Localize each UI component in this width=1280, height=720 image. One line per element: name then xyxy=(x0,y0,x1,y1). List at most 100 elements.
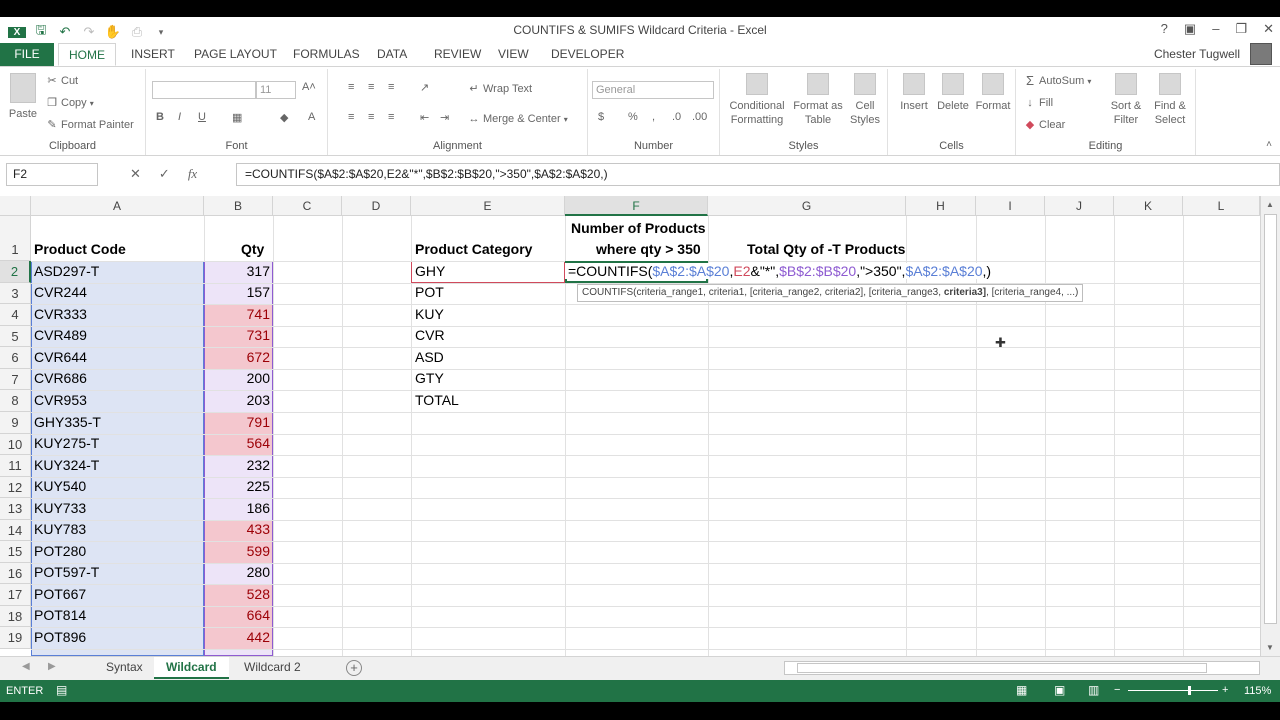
paste-button[interactable]: Paste xyxy=(6,73,40,121)
tab-view[interactable]: VIEW xyxy=(488,43,539,66)
sheet-tab-syntax[interactable]: Syntax xyxy=(94,657,155,679)
number-format-combo[interactable]: General xyxy=(592,81,714,99)
col-header-f[interactable]: F xyxy=(565,196,708,216)
user-name[interactable]: Chester Tugwell xyxy=(1154,47,1240,61)
macro-record-icon[interactable]: ▤ xyxy=(56,683,67,697)
col-header-i[interactable]: I xyxy=(976,196,1045,216)
category-cell[interactable]: KUY xyxy=(412,306,447,322)
col-header-b[interactable]: B xyxy=(204,196,273,216)
row-header-11[interactable]: 11 xyxy=(0,455,31,477)
product-code-cell[interactable]: CVR333 xyxy=(31,306,90,322)
align-left-icon[interactable]: ≡ xyxy=(348,111,354,123)
insert-cells-button[interactable]: Insert xyxy=(896,73,932,113)
col-header-c[interactable]: C xyxy=(273,196,342,216)
normal-view-icon[interactable]: ▦ xyxy=(1016,683,1027,697)
row-header-5[interactable]: 5 xyxy=(0,326,31,347)
worksheet-grid[interactable]: A B C D E F G H I J K L 1 2 3 4 5 6 7 8 … xyxy=(0,196,1280,656)
qty-cell[interactable]: 442 xyxy=(204,629,273,645)
find-select-button[interactable]: Find & Select xyxy=(1150,73,1190,127)
font-color-icon[interactable]: A xyxy=(308,111,315,123)
row-header-19[interactable]: 19 xyxy=(0,627,31,649)
row-header-16[interactable]: 16 xyxy=(0,563,31,584)
qty-cell[interactable]: 433 xyxy=(204,521,273,537)
restore-icon[interactable]: ❐ xyxy=(1235,21,1247,37)
active-cell-f2-editor[interactable]: =COUNTIFS($A$2:$A$20,E2&"*",$B$2:$B$20,"… xyxy=(565,263,994,279)
tab-insert[interactable]: INSERT xyxy=(121,43,185,66)
scroll-down-icon[interactable]: ▼ xyxy=(1266,643,1274,652)
fill-color-icon[interactable]: ◆ xyxy=(280,111,288,124)
comma-icon[interactable]: , xyxy=(652,111,655,123)
delete-cells-button[interactable]: Delete xyxy=(934,73,972,113)
cell-styles-button[interactable]: Cell Styles xyxy=(846,73,884,127)
autosum-button[interactable]: Σ AutoSum ▾ xyxy=(1024,74,1091,87)
tab-developer[interactable]: DEVELOPER xyxy=(541,43,634,66)
qty-cell[interactable]: 186 xyxy=(204,500,273,516)
tab-data[interactable]: DATA xyxy=(367,43,417,66)
fill-button[interactable]: ↓ Fill xyxy=(1024,97,1053,109)
format-painter-button[interactable]: ✎ Format Painter xyxy=(46,119,133,131)
row-header-2[interactable]: 2 xyxy=(0,261,31,283)
product-code-cell[interactable]: CVR244 xyxy=(31,284,90,300)
product-code-cell[interactable]: KUY275-T xyxy=(31,435,102,451)
product-code-cell[interactable]: POT814 xyxy=(31,607,89,623)
row-header-15[interactable]: 15 xyxy=(0,541,31,563)
zoom-slider-thumb[interactable] xyxy=(1188,686,1191,695)
qty-cell[interactable]: 791 xyxy=(204,414,273,430)
category-cell[interactable]: ASD xyxy=(412,349,447,365)
avatar[interactable] xyxy=(1250,43,1272,65)
zoom-level[interactable]: 115% xyxy=(1244,685,1271,697)
zoom-out-icon[interactable]: − xyxy=(1114,684,1120,696)
qty-cell[interactable]: 200 xyxy=(204,370,273,386)
next-sheet-icon[interactable]: ▶ xyxy=(48,661,56,672)
tab-formulas[interactable]: FORMULAS xyxy=(283,43,370,66)
product-code-cell[interactable]: ASD297-T xyxy=(31,263,102,279)
row-header-9[interactable]: 9 xyxy=(0,412,31,434)
orientation-icon[interactable]: ↗ xyxy=(420,81,429,94)
category-cell[interactable]: CVR xyxy=(412,327,448,343)
row-header-17[interactable]: 17 xyxy=(0,584,31,606)
accounting-icon[interactable]: $ xyxy=(598,111,604,123)
product-code-cell[interactable]: POT667 xyxy=(31,586,89,602)
category-cell[interactable]: TOTAL xyxy=(412,392,462,408)
row-header-13[interactable]: 13 xyxy=(0,498,31,520)
percent-icon[interactable]: % xyxy=(628,111,638,123)
col-header-d[interactable]: D xyxy=(342,196,411,216)
col-header-l[interactable]: L xyxy=(1183,196,1260,216)
qty-cell[interactable]: 664 xyxy=(204,607,273,623)
format-cells-button[interactable]: Format xyxy=(974,73,1012,113)
row-header-4[interactable]: 4 xyxy=(0,304,31,326)
qty-cell[interactable]: 232 xyxy=(204,457,273,473)
qty-cell[interactable]: 280 xyxy=(204,564,273,580)
page-break-view-icon[interactable]: ▥ xyxy=(1088,683,1099,697)
product-code-cell[interactable]: POT597-T xyxy=(31,564,102,580)
name-box[interactable]: F2 xyxy=(6,163,98,186)
row-header-8[interactable]: 8 xyxy=(0,390,31,412)
copy-button[interactable]: ❐ Copy ▾ xyxy=(46,97,94,109)
format-as-table-button[interactable]: Format as Table xyxy=(792,73,844,127)
row-header-18[interactable]: 18 xyxy=(0,606,31,627)
collapse-ribbon-icon[interactable]: ˄ xyxy=(1266,139,1272,150)
scroll-up-icon[interactable]: ▲ xyxy=(1266,200,1274,209)
cut-button[interactable]: ✂ Cut xyxy=(46,75,78,87)
zoom-in-icon[interactable]: + xyxy=(1222,684,1228,696)
row-header-3[interactable]: 3 xyxy=(0,283,31,304)
col-header-a[interactable]: A xyxy=(31,196,204,216)
col-header-g[interactable]: G xyxy=(708,196,906,216)
qty-cell[interactable]: 528 xyxy=(204,586,273,602)
product-code-cell[interactable]: CVR686 xyxy=(31,370,90,386)
category-cell[interactable]: POT xyxy=(412,284,447,300)
enter-icon[interactable]: ✓ xyxy=(159,166,170,182)
borders-icon[interactable]: ▦ xyxy=(232,111,242,124)
col-header-e[interactable]: E xyxy=(411,196,565,216)
zoom-slider[interactable] xyxy=(1128,690,1218,691)
prev-sheet-icon[interactable]: ◀ xyxy=(22,661,30,672)
tab-review[interactable]: REVIEW xyxy=(424,43,491,66)
clear-button[interactable]: ◆ Clear xyxy=(1024,119,1066,131)
row-header-6[interactable]: 6 xyxy=(0,347,31,369)
qty-cell[interactable]: 157 xyxy=(204,284,273,300)
insert-function-icon[interactable]: fx xyxy=(188,166,197,182)
horizontal-scrollbar[interactable] xyxy=(784,661,1260,675)
bold-icon[interactable]: B xyxy=(156,111,164,123)
close-icon[interactable]: ✕ xyxy=(1263,21,1274,37)
merge-center-button[interactable]: ↔ Merge & Center ▾ xyxy=(468,113,568,125)
